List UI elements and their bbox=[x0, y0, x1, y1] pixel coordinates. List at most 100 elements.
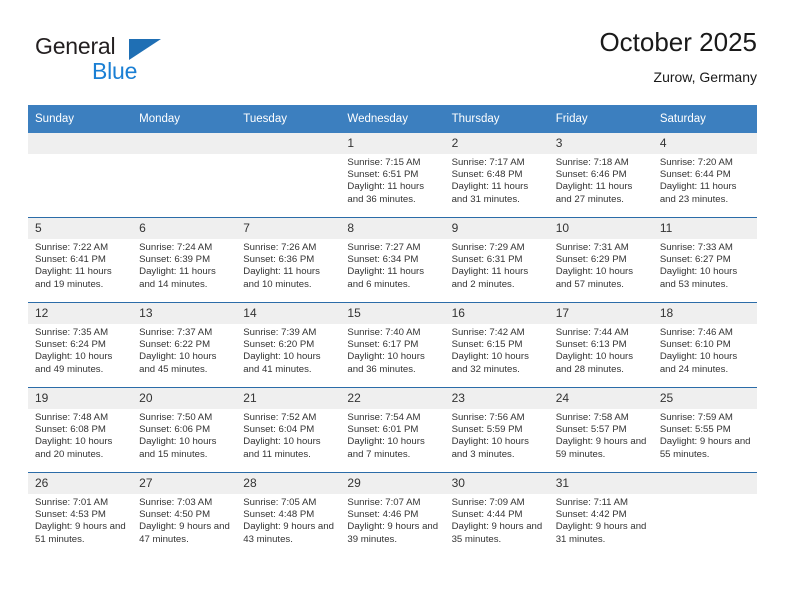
calendar-day-cell[interactable]: 18 Sunrise: 7:46 AM Sunset: 6:10 PM Dayligh… bbox=[652, 302, 757, 388]
calendar-day-cell[interactable]: 11 Sunrise: 7:33 AM Sunset: 6:27 PM Dayligh… bbox=[652, 217, 757, 303]
day-details: Sunrise: 7:05 AM Sunset: 4:48 PM Daylight:… bbox=[236, 494, 340, 546]
day-details: Sunrise: 7:31 AM Sunset: 6:29 PM Daylight:… bbox=[549, 239, 653, 291]
calendar-day-cell[interactable]: 1 Sunrise: 7:15 AM Sunset: 6:51 PM Daylight… bbox=[340, 133, 445, 218]
calendar-day-cell[interactable]: 19 Sunrise: 7:48 AM Sunset: 6:08 PM Dayligh… bbox=[28, 387, 133, 473]
calendar-day-cell[interactable]: 6 Sunrise: 7:24 AM Sunset: 6:39 PM Daylight… bbox=[132, 217, 237, 303]
calendar-week-row: 5 Sunrise: 7:22 AM Sunset: 6:41 PM Daylight… bbox=[28, 217, 757, 303]
day-details: Sunrise: 7:18 AM Sunset: 6:46 PM Daylight:… bbox=[549, 154, 653, 206]
sunrise-text: Sunrise: 7:11 AM bbox=[555, 497, 629, 508]
daylight-text: Daylight: 10 hours and 45 minutes. bbox=[139, 351, 217, 375]
day-number: 25 bbox=[652, 388, 757, 409]
calendar-day-cell[interactable]: 27 Sunrise: 7:03 AM Sunset: 4:50 PM Dayligh… bbox=[132, 472, 237, 557]
calendar-week-row: 19 Sunrise: 7:48 AM Sunset: 6:08 PM Dayligh… bbox=[28, 387, 757, 473]
calendar-day-cell[interactable]: 3 Sunrise: 7:18 AM Sunset: 6:46 PM Daylight… bbox=[548, 133, 653, 218]
sunrise-text: Sunrise: 7:58 AM bbox=[555, 412, 629, 423]
calendar-day-cell[interactable]: 30 Sunrise: 7:09 AM Sunset: 4:44 PM Dayligh… bbox=[444, 472, 549, 557]
daylight-text: Daylight: 10 hours and 32 minutes. bbox=[451, 351, 529, 375]
daylight-text: Daylight: 9 hours and 47 minutes. bbox=[139, 521, 230, 545]
sunrise-text: Sunrise: 7:29 AM bbox=[451, 242, 525, 253]
day-details: Sunrise: 7:17 AM Sunset: 6:48 PM Daylight:… bbox=[445, 154, 549, 206]
daylight-text: Daylight: 9 hours and 35 minutes. bbox=[451, 521, 543, 545]
sunset-text: Sunset: 6:06 PM bbox=[139, 424, 211, 436]
calendar-day-cell-empty bbox=[236, 133, 341, 218]
sunrise-text: Sunrise: 7:20 AM bbox=[659, 157, 733, 168]
sunset-text: Sunset: 6:41 PM bbox=[35, 254, 106, 266]
sunrise-text: Sunrise: 7:26 AM bbox=[243, 242, 317, 253]
calendar-day-cell[interactable]: 20 Sunrise: 7:50 AM Sunset: 6:06 PM Dayligh… bbox=[132, 387, 237, 473]
day-number: 15 bbox=[340, 303, 445, 324]
calendar-day-cell[interactable]: 31 Sunrise: 7:11 AM Sunset: 4:42 PM Dayligh… bbox=[548, 472, 653, 557]
sunrise-text: Sunrise: 7:44 AM bbox=[555, 327, 629, 338]
sunset-text: Sunset: 6:46 PM bbox=[555, 169, 627, 181]
calendar-day-cell[interactable]: 26 Sunrise: 7:01 AM Sunset: 4:53 PM Dayligh… bbox=[28, 472, 133, 557]
calendar-day-cell[interactable]: 24 Sunrise: 7:58 AM Sunset: 5:57 PM Dayligh… bbox=[548, 387, 653, 473]
daylight-text: Daylight: 11 hours and 36 minutes. bbox=[347, 181, 425, 205]
calendar-day-cell[interactable]: 29 Sunrise: 7:07 AM Sunset: 4:46 PM Dayligh… bbox=[340, 472, 445, 557]
day-number bbox=[28, 133, 133, 154]
calendar-day-cell[interactable]: 22 Sunrise: 7:54 AM Sunset: 6:01 PM Dayligh… bbox=[340, 387, 445, 473]
day-details: Sunrise: 7:35 AM Sunset: 6:24 PM Daylight:… bbox=[28, 324, 132, 376]
calendar-day-cell[interactable]: 13 Sunrise: 7:37 AM Sunset: 6:22 PM Dayligh… bbox=[132, 302, 237, 388]
day-details: Sunrise: 7:24 AM Sunset: 6:39 PM Daylight:… bbox=[132, 239, 236, 291]
day-number: 14 bbox=[236, 303, 341, 324]
day-number: 16 bbox=[444, 303, 549, 324]
logo-text-general: General bbox=[35, 33, 116, 59]
daylight-text: Daylight: 11 hours and 10 minutes. bbox=[243, 266, 320, 290]
sunrise-text: Sunrise: 7:09 AM bbox=[451, 497, 525, 508]
day-details: Sunrise: 7:54 AM Sunset: 6:01 PM Daylight:… bbox=[340, 409, 444, 461]
calendar-day-cell[interactable]: 4 Sunrise: 7:20 AM Sunset: 6:44 PM Daylight… bbox=[652, 133, 757, 218]
sunrise-text: Sunrise: 7:46 AM bbox=[659, 327, 733, 338]
daylight-text: Daylight: 9 hours and 51 minutes. bbox=[35, 521, 126, 545]
calendar-day-cell[interactable]: 25 Sunrise: 7:59 AM Sunset: 5:55 PM Dayligh… bbox=[652, 387, 757, 473]
sunset-text: Sunset: 6:10 PM bbox=[659, 339, 731, 351]
calendar-day-cell[interactable]: 9 Sunrise: 7:29 AM Sunset: 6:31 PM Daylight… bbox=[444, 217, 549, 303]
daylight-text: Daylight: 10 hours and 57 minutes. bbox=[555, 266, 634, 290]
day-number: 20 bbox=[132, 388, 237, 409]
day-number bbox=[236, 133, 341, 154]
day-details: Sunrise: 7:46 AM Sunset: 6:10 PM Daylight:… bbox=[653, 324, 757, 376]
daylight-text: Daylight: 10 hours and 15 minutes. bbox=[139, 436, 217, 460]
daylight-text: Daylight: 9 hours and 59 minutes. bbox=[555, 436, 647, 460]
calendar-day-cell[interactable]: 17 Sunrise: 7:44 AM Sunset: 6:13 PM Dayligh… bbox=[548, 302, 653, 388]
calendar-day-cell[interactable]: 21 Sunrise: 7:52 AM Sunset: 6:04 PM Dayligh… bbox=[236, 387, 341, 473]
daylight-text: Daylight: 9 hours and 31 minutes. bbox=[555, 521, 647, 545]
sunrise-text: Sunrise: 7:56 AM bbox=[451, 412, 525, 423]
calendar-day-cell[interactable]: 7 Sunrise: 7:26 AM Sunset: 6:36 PM Daylight… bbox=[236, 217, 341, 303]
sunrise-text: Sunrise: 7:42 AM bbox=[451, 327, 525, 338]
calendar-day-cell[interactable]: 15 Sunrise: 7:40 AM Sunset: 6:17 PM Dayligh… bbox=[340, 302, 445, 388]
weekday-header-wednesday: Wednesday bbox=[340, 105, 445, 133]
weekday-header-saturday: Saturday bbox=[652, 105, 757, 133]
daylight-text: Daylight: 11 hours and 23 minutes. bbox=[659, 181, 737, 205]
daylight-text: Daylight: 10 hours and 41 minutes. bbox=[243, 351, 321, 375]
calendar-day-cell[interactable]: 8 Sunrise: 7:27 AM Sunset: 6:34 PM Daylight… bbox=[340, 217, 445, 303]
calendar-day-cell[interactable]: 2 Sunrise: 7:17 AM Sunset: 6:48 PM Daylight… bbox=[444, 133, 549, 218]
sunrise-text: Sunrise: 7:03 AM bbox=[139, 497, 213, 508]
day-details: Sunrise: 7:07 AM Sunset: 4:46 PM Daylight:… bbox=[340, 494, 444, 546]
calendar-day-cell[interactable]: 16 Sunrise: 7:42 AM Sunset: 6:15 PM Dayligh… bbox=[444, 302, 549, 388]
sunrise-text: Sunrise: 7:17 AM bbox=[451, 157, 525, 168]
calendar-day-cell-empty bbox=[132, 133, 237, 218]
sunset-text: Sunset: 6:17 PM bbox=[347, 339, 419, 351]
day-number: 21 bbox=[236, 388, 341, 409]
day-number: 31 bbox=[548, 473, 653, 494]
calendar-day-cell[interactable]: 5 Sunrise: 7:22 AM Sunset: 6:41 PM Daylight… bbox=[28, 217, 133, 303]
sunset-text: Sunset: 6:08 PM bbox=[35, 424, 106, 436]
daylight-text: Daylight: 11 hours and 2 minutes. bbox=[451, 266, 529, 290]
day-details: Sunrise: 7:11 AM Sunset: 4:42 PM Daylight:… bbox=[549, 494, 653, 546]
sunset-text: Sunset: 6:22 PM bbox=[139, 339, 211, 351]
calendar-day-cell[interactable]: 28 Sunrise: 7:05 AM Sunset: 4:48 PM Dayligh… bbox=[236, 472, 341, 557]
calendar-day-cell[interactable]: 12 Sunrise: 7:35 AM Sunset: 6:24 PM Dayligh… bbox=[28, 302, 133, 388]
daylight-text: Daylight: 10 hours and 20 minutes. bbox=[35, 436, 113, 460]
day-number: 22 bbox=[340, 388, 445, 409]
calendar-day-cell[interactable]: 14 Sunrise: 7:39 AM Sunset: 6:20 PM Dayligh… bbox=[236, 302, 341, 388]
calendar-day-cell[interactable]: 23 Sunrise: 7:56 AM Sunset: 5:59 PM Dayligh… bbox=[444, 387, 549, 473]
sunrise-text: Sunrise: 7:48 AM bbox=[35, 412, 109, 423]
calendar-header-row: Sunday Monday Tuesday Wednesday Thursday… bbox=[28, 105, 757, 133]
sunset-text: Sunset: 5:57 PM bbox=[555, 424, 627, 436]
sunrise-text: Sunrise: 7:50 AM bbox=[139, 412, 213, 423]
weekday-header-thursday: Thursday bbox=[444, 105, 549, 133]
day-details: Sunrise: 7:59 AM Sunset: 5:55 PM Daylight:… bbox=[653, 409, 757, 461]
day-number: 7 bbox=[236, 218, 341, 239]
calendar-day-cell[interactable]: 10 Sunrise: 7:31 AM Sunset: 6:29 PM Dayligh… bbox=[548, 217, 653, 303]
sunrise-text: Sunrise: 7:52 AM bbox=[243, 412, 317, 423]
